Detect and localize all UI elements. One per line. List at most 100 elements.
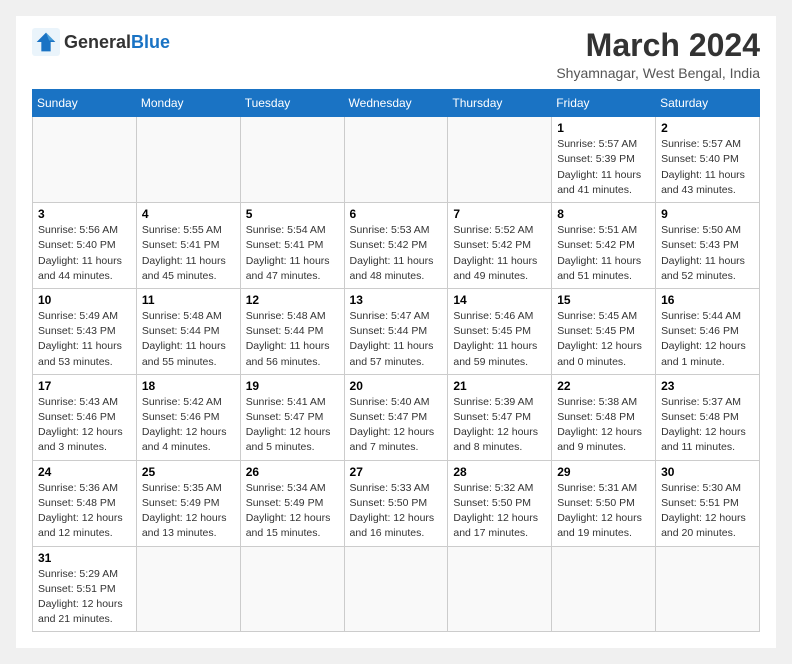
day-info: Sunrise: 5:52 AMSunset: 5:42 PMDaylight:… — [453, 223, 546, 284]
day-info: Sunrise: 5:39 AMSunset: 5:47 PMDaylight:… — [453, 395, 546, 456]
calendar-cell — [136, 546, 240, 632]
header-wednesday: Wednesday — [344, 90, 448, 117]
day-number: 11 — [142, 293, 235, 307]
day-info: Sunrise: 5:29 AMSunset: 5:51 PMDaylight:… — [38, 567, 131, 628]
day-number: 3 — [38, 207, 131, 221]
day-info: Sunrise: 5:49 AMSunset: 5:43 PMDaylight:… — [38, 309, 131, 370]
calendar-cell: 3Sunrise: 5:56 AMSunset: 5:40 PMDaylight… — [33, 203, 137, 289]
calendar-cell: 19Sunrise: 5:41 AMSunset: 5:47 PMDayligh… — [240, 374, 344, 460]
header-saturday: Saturday — [656, 90, 760, 117]
day-info: Sunrise: 5:51 AMSunset: 5:42 PMDaylight:… — [557, 223, 650, 284]
day-number: 4 — [142, 207, 235, 221]
calendar-cell: 20 Sunrise: 5:40 AMSunset: 5:47 PMDayligh… — [344, 374, 448, 460]
header-tuesday: Tuesday — [240, 90, 344, 117]
day-info: Sunrise: 5:34 AMSunset: 5:49 PMDaylight:… — [246, 481, 339, 542]
calendar-subtitle: Shyamnagar, West Bengal, India — [556, 65, 760, 81]
day-number: 10 — [38, 293, 131, 307]
day-info: Sunrise: 5:40 AMSunset: 5:47 PMDaylight:… — [350, 395, 443, 456]
day-info: Sunrise: 5:41 AMSunset: 5:47 PMDaylight:… — [246, 395, 339, 456]
title-block: March 2024 Shyamnagar, West Bengal, Indi… — [556, 28, 760, 81]
day-info: Sunrise: 5:53 AMSunset: 5:42 PMDaylight:… — [350, 223, 443, 284]
generalblue-logo-icon — [32, 28, 60, 56]
weekday-header-row: Sunday Monday Tuesday Wednesday Thursday… — [33, 90, 760, 117]
calendar-cell: 9 Sunrise: 5:50 AMSunset: 5:43 PMDaylight… — [656, 203, 760, 289]
day-info: Sunrise: 5:44 AMSunset: 5:46 PMDaylight:… — [661, 309, 754, 370]
day-number: 1 — [557, 121, 650, 135]
day-info: Sunrise: 5:32 AMSunset: 5:50 PMDaylight:… — [453, 481, 546, 542]
day-number: 24 — [38, 465, 131, 479]
day-info: Sunrise: 5:31 AMSunset: 5:50 PMDaylight:… — [557, 481, 650, 542]
calendar-cell: 28 Sunrise: 5:32 AMSunset: 5:50 PMDayligh… — [448, 460, 552, 546]
calendar-cell: 6 Sunrise: 5:53 AMSunset: 5:42 PMDaylight… — [344, 203, 448, 289]
day-info: Sunrise: 5:48 AMSunset: 5:44 PMDaylight:… — [246, 309, 339, 370]
calendar-cell: 4Sunrise: 5:55 AMSunset: 5:41 PMDaylight… — [136, 203, 240, 289]
day-number: 17 — [38, 379, 131, 393]
header: GeneralBlue March 2024 Shyamnagar, West … — [32, 28, 760, 81]
calendar-cell: 26Sunrise: 5:34 AMSunset: 5:49 PMDayligh… — [240, 460, 344, 546]
day-info: Sunrise: 5:38 AMSunset: 5:48 PMDaylight:… — [557, 395, 650, 456]
header-thursday: Thursday — [448, 90, 552, 117]
day-info: Sunrise: 5:42 AMSunset: 5:46 PMDaylight:… — [142, 395, 235, 456]
calendar-cell — [136, 117, 240, 203]
calendar-cell: 17 Sunrise: 5:43 AMSunset: 5:46 PMDayligh… — [33, 374, 137, 460]
calendar-week-5: 24Sunrise: 5:36 AMSunset: 5:48 PMDayligh… — [33, 460, 760, 546]
calendar-cell: 16Sunrise: 5:44 AMSunset: 5:46 PMDayligh… — [656, 288, 760, 374]
day-number: 27 — [350, 465, 443, 479]
calendar-cell: 31 Sunrise: 5:29 AMSunset: 5:51 PMDayligh… — [33, 546, 137, 632]
day-number: 7 — [453, 207, 546, 221]
day-info: Sunrise: 5:33 AMSunset: 5:50 PMDaylight:… — [350, 481, 443, 542]
day-number: 8 — [557, 207, 650, 221]
calendar-cell: 1 Sunrise: 5:57 AMSunset: 5:39 PMDaylight… — [552, 117, 656, 203]
calendar-cell: 15 Sunrise: 5:45 AMSunset: 5:45 PMDayligh… — [552, 288, 656, 374]
calendar-cell — [240, 117, 344, 203]
day-number: 12 — [246, 293, 339, 307]
day-info: Sunrise: 5:43 AMSunset: 5:46 PMDaylight:… — [38, 395, 131, 456]
calendar-cell: 12 Sunrise: 5:48 AMSunset: 5:44 PMDayligh… — [240, 288, 344, 374]
day-info: Sunrise: 5:57 AMSunset: 5:39 PMDaylight:… — [557, 137, 650, 198]
calendar-cell: 22Sunrise: 5:38 AMSunset: 5:48 PMDayligh… — [552, 374, 656, 460]
day-number: 5 — [246, 207, 339, 221]
calendar-cell: 21 Sunrise: 5:39 AMSunset: 5:47 PMDayligh… — [448, 374, 552, 460]
day-number: 25 — [142, 465, 235, 479]
calendar-cell — [656, 546, 760, 632]
calendar-cell: 10 Sunrise: 5:49 AMSunset: 5:43 PMDayligh… — [33, 288, 137, 374]
day-number: 9 — [661, 207, 754, 221]
calendar-cell — [448, 546, 552, 632]
day-number: 2 — [661, 121, 754, 135]
day-number: 14 — [453, 293, 546, 307]
calendar-cell: 30Sunrise: 5:30 AMSunset: 5:51 PMDayligh… — [656, 460, 760, 546]
calendar-cell: 7 Sunrise: 5:52 AMSunset: 5:42 PMDaylight… — [448, 203, 552, 289]
calendar-table: Sunday Monday Tuesday Wednesday Thursday… — [32, 89, 760, 632]
calendar-cell: 27 Sunrise: 5:33 AMSunset: 5:50 PMDayligh… — [344, 460, 448, 546]
calendar-cell — [344, 546, 448, 632]
calendar-cell — [240, 546, 344, 632]
calendar-cell: 24Sunrise: 5:36 AMSunset: 5:48 PMDayligh… — [33, 460, 137, 546]
day-number: 20 — [350, 379, 443, 393]
day-info: Sunrise: 5:35 AMSunset: 5:49 PMDaylight:… — [142, 481, 235, 542]
calendar-week-6: 31 Sunrise: 5:29 AMSunset: 5:51 PMDayligh… — [33, 546, 760, 632]
day-number: 28 — [453, 465, 546, 479]
day-info: Sunrise: 5:37 AMSunset: 5:48 PMDaylight:… — [661, 395, 754, 456]
calendar-cell: 14Sunrise: 5:46 AMSunset: 5:45 PMDayligh… — [448, 288, 552, 374]
day-number: 29 — [557, 465, 650, 479]
day-number: 21 — [453, 379, 546, 393]
logo-text: GeneralBlue — [64, 33, 170, 51]
calendar-week-2: 3Sunrise: 5:56 AMSunset: 5:40 PMDaylight… — [33, 203, 760, 289]
calendar-title: March 2024 — [556, 28, 760, 63]
day-info: Sunrise: 5:45 AMSunset: 5:45 PMDaylight:… — [557, 309, 650, 370]
day-number: 31 — [38, 551, 131, 565]
day-number: 23 — [661, 379, 754, 393]
header-sunday: Sunday — [33, 90, 137, 117]
day-info: Sunrise: 5:57 AMSunset: 5:40 PMDaylight:… — [661, 137, 754, 198]
calendar-cell: 2 Sunrise: 5:57 AMSunset: 5:40 PMDaylight… — [656, 117, 760, 203]
day-number: 18 — [142, 379, 235, 393]
calendar-cell: 13Sunrise: 5:47 AMSunset: 5:44 PMDayligh… — [344, 288, 448, 374]
calendar-cell: 29 Sunrise: 5:31 AMSunset: 5:50 PMDayligh… — [552, 460, 656, 546]
calendar-cell — [552, 546, 656, 632]
day-info: Sunrise: 5:50 AMSunset: 5:43 PMDaylight:… — [661, 223, 754, 284]
calendar-cell: 5Sunrise: 5:54 AMSunset: 5:41 PMDaylight… — [240, 203, 344, 289]
logo: GeneralBlue — [32, 28, 170, 56]
calendar-cell — [33, 117, 137, 203]
day-number: 6 — [350, 207, 443, 221]
day-number: 15 — [557, 293, 650, 307]
